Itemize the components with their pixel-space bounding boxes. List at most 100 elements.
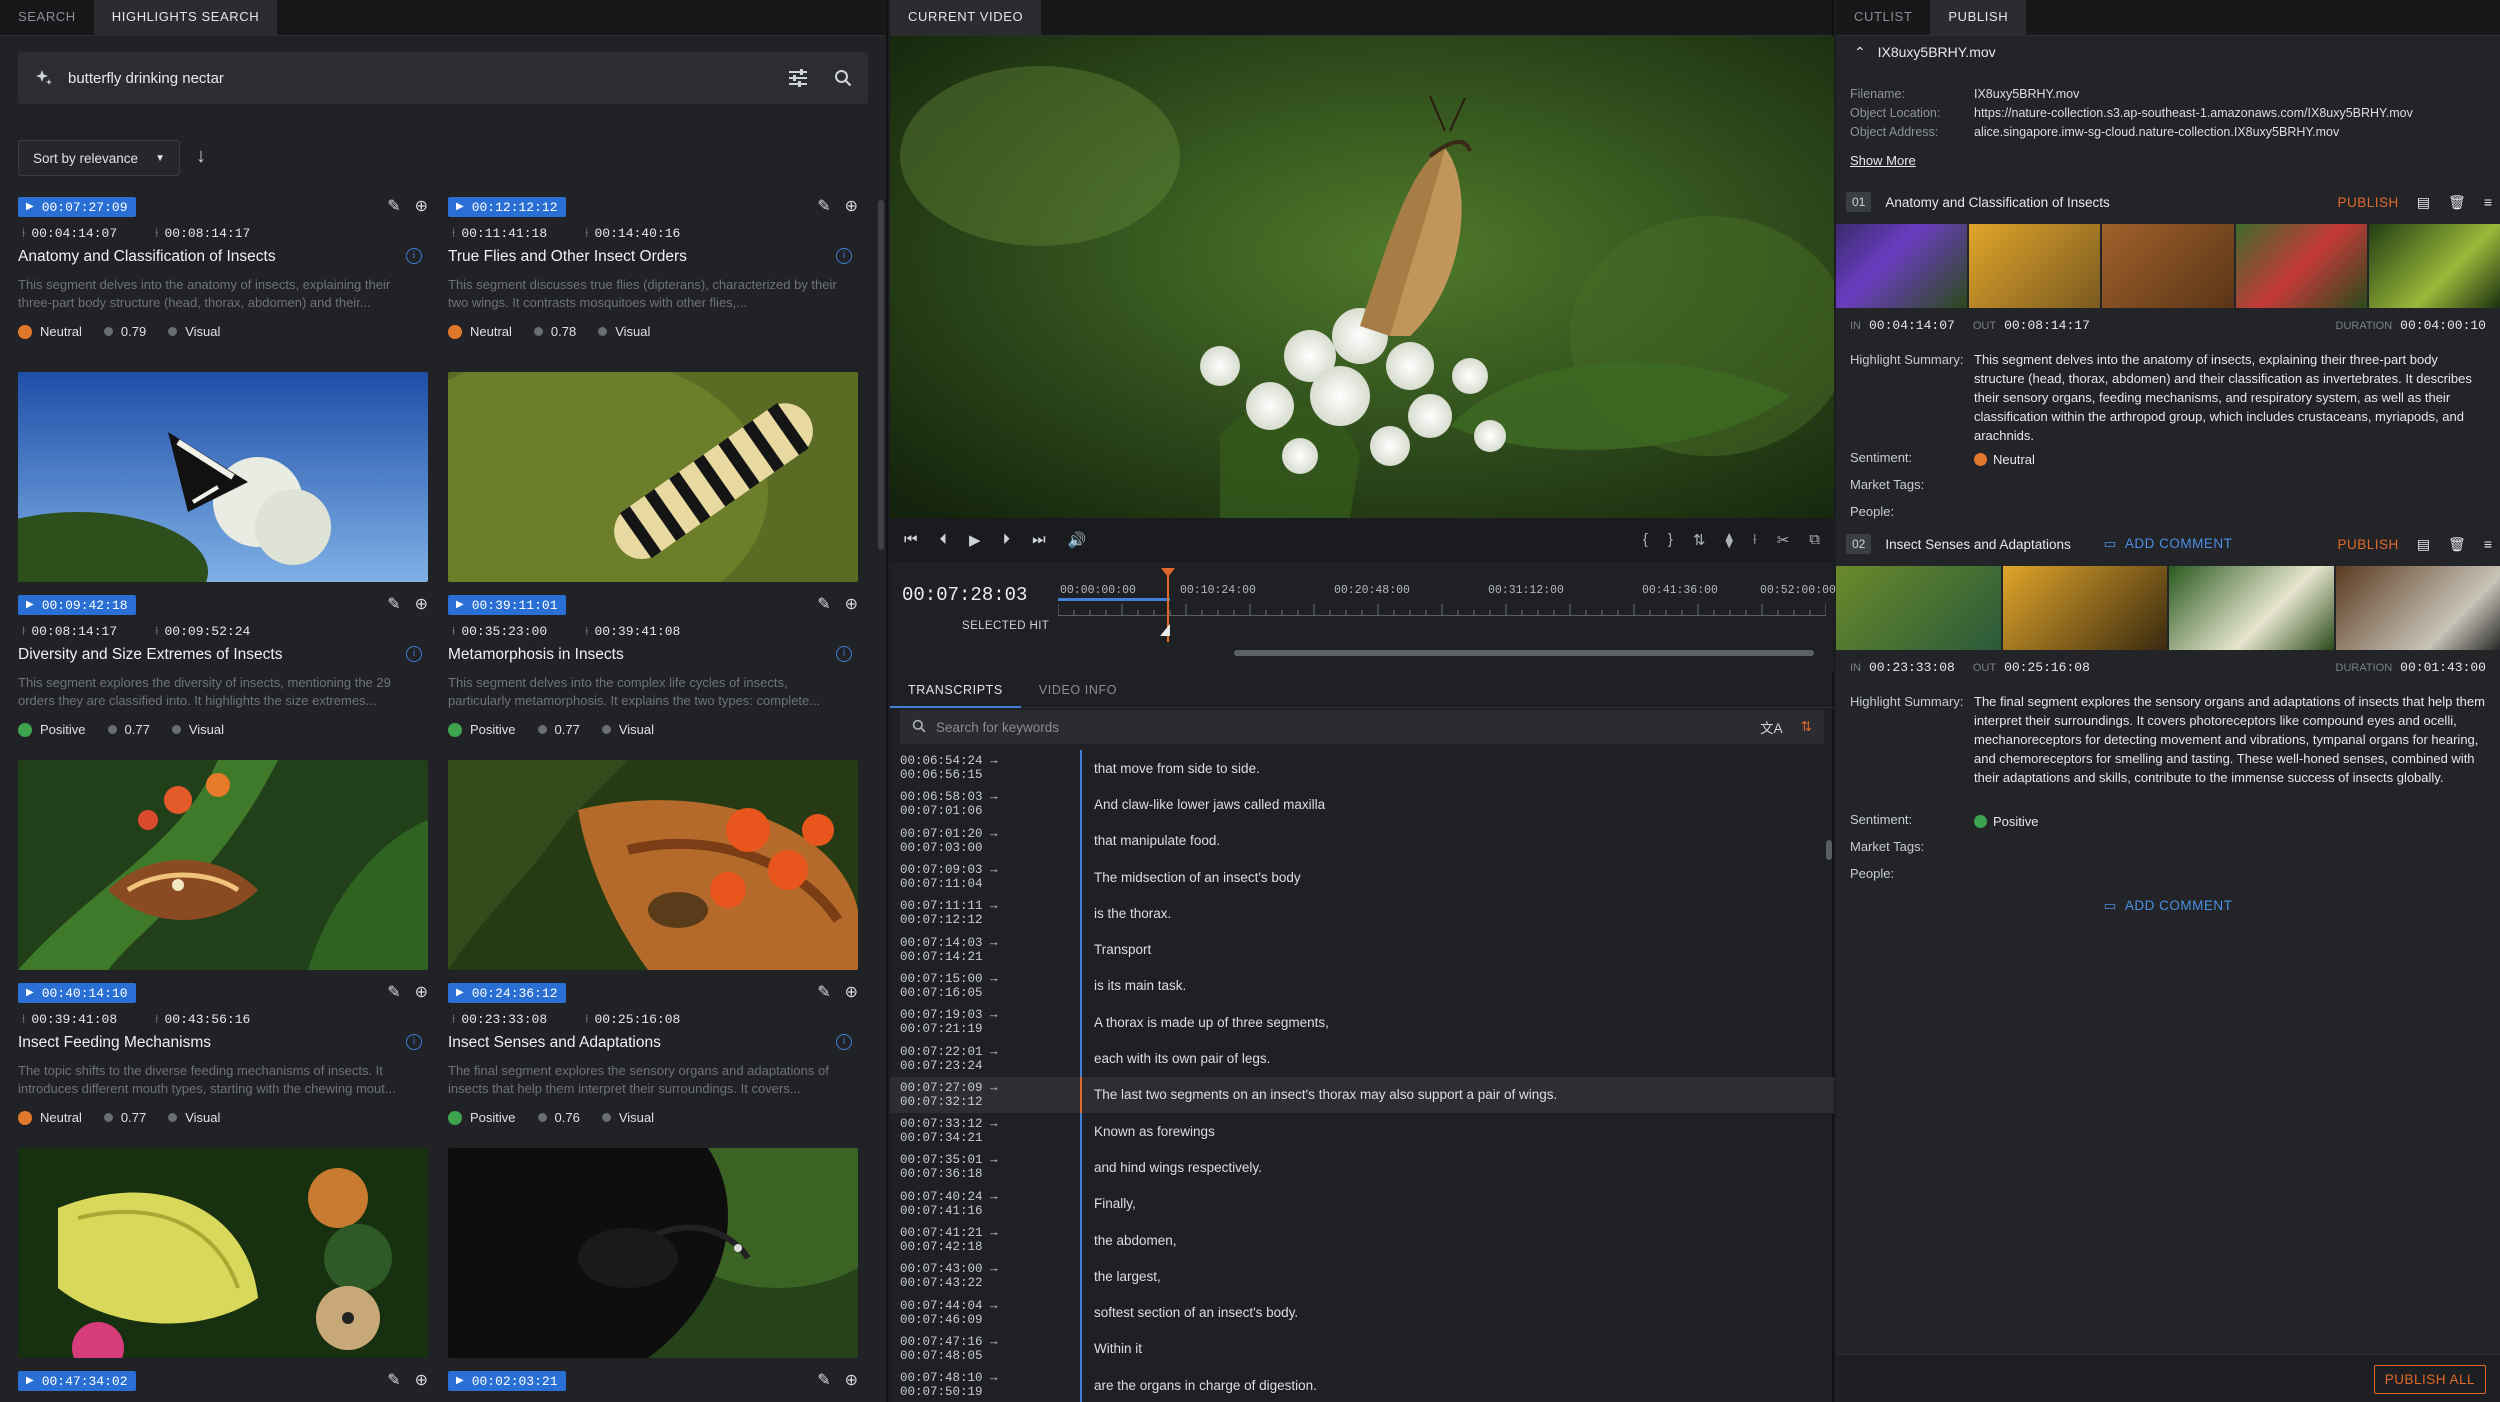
timecode-badge[interactable]: ▶ 00:12:12:12 — [448, 197, 566, 217]
transcript-row[interactable]: 00:07:09:03 → 00:07:11:04 The midsection … — [890, 858, 1834, 896]
timeline[interactable]: 00:07:28:03 00:00:00:00 00:10:24:00 00:2… — [890, 562, 1836, 672]
menu-icon[interactable]: ≡ — [2484, 536, 2492, 552]
add-circle-icon[interactable]: ⊕ — [845, 1370, 858, 1390]
timecode-badge[interactable]: ▶ 00:47:34:02 — [18, 1371, 136, 1391]
match-frame-icon[interactable]: ⇅ — [1693, 531, 1706, 549]
translate-icon[interactable]: 文A — [1760, 717, 1783, 737]
menu-icon[interactable]: ≡ — [2484, 194, 2492, 210]
info-icon[interactable]: i — [406, 1034, 422, 1050]
add-circle-icon[interactable]: ⊕ — [415, 594, 428, 614]
sort-dropdown[interactable]: Sort by relevance ▼ — [18, 140, 180, 176]
tab-publish[interactable]: PUBLISH — [1930, 0, 2027, 35]
result-thumbnail[interactable] — [448, 1148, 858, 1358]
info-icon[interactable]: i — [836, 248, 852, 264]
timecode-badge[interactable]: ▶ 00:40:14:10 — [18, 983, 136, 1003]
transcript-row[interactable]: 00:07:35:01 → 00:07:36:18 and hind wings … — [890, 1149, 1834, 1186]
result-title[interactable]: Anatomy and Classification of Insects — [18, 248, 276, 266]
result-thumbnail[interactable] — [18, 760, 428, 970]
tab-current-video[interactable]: CURRENT VIDEO — [890, 0, 1042, 35]
split-icon[interactable]: ⟊ — [1753, 531, 1757, 549]
sort-direction-arrow-icon[interactable]: ↓ — [196, 145, 206, 168]
transcript-scrollbar[interactable] — [1826, 840, 1832, 860]
info-icon[interactable]: i — [406, 646, 422, 662]
edit-pencil-icon[interactable]: ✎ — [817, 196, 830, 216]
add-comment-button[interactable]: ▭ ADD COMMENT — [1836, 898, 2500, 914]
transcript-row[interactable]: 00:07:43:00 → 00:07:43:22 the largest, — [890, 1258, 1834, 1295]
transcript-row[interactable]: 00:07:14:03 → 00:07:14:21 Transport — [890, 931, 1834, 968]
trash-icon[interactable]: 🗑 — [2448, 536, 2466, 553]
timecode-badge[interactable]: ▶ 00:09:42:18 — [18, 595, 136, 615]
export-frame-icon[interactable]: ⧉ — [1809, 531, 1820, 549]
transcript-row[interactable]: 00:07:48:10 → 00:07:50:19 are the organs … — [890, 1367, 1834, 1402]
result-thumbnail[interactable] — [448, 372, 858, 582]
timeline-ruler[interactable] — [1057, 598, 1827, 616]
result-title[interactable]: Diversity and Size Extremes of Insects — [18, 646, 282, 664]
show-more-link[interactable]: Show More — [1850, 153, 1916, 168]
info-icon[interactable]: i — [836, 1034, 852, 1050]
edit-pencil-icon[interactable]: ✎ — [387, 982, 400, 1002]
tab-highlights-search[interactable]: HIGHLIGHTS SEARCH — [93, 0, 278, 35]
transcript-search-input[interactable]: Search for keywords — [936, 720, 1760, 735]
edit-pencil-icon[interactable]: ✎ — [387, 594, 400, 614]
publish-button[interactable]: PUBLISH — [2338, 195, 2399, 210]
transcript-row[interactable]: 00:07:41:21 → 00:07:42:18 the abdomen, — [890, 1221, 1834, 1259]
transcript-row[interactable]: 00:07:33:12 → 00:07:34:21 Known as forewi… — [890, 1112, 1834, 1150]
marker-icon[interactable]: ⧫ — [1725, 531, 1732, 549]
search-box[interactable]: butterfly drinking nectar — [18, 52, 868, 104]
tab-video-info[interactable]: VIDEO INFO — [1021, 672, 1135, 708]
add-circle-icon[interactable]: ⊕ — [415, 1370, 428, 1390]
add-circle-icon[interactable]: ⊕ — [845, 982, 858, 1002]
transcript-row[interactable]: 00:07:27:09 → 00:07:32:12 The last two se… — [890, 1076, 1834, 1113]
search-icon[interactable] — [834, 69, 852, 87]
search-input[interactable]: butterfly drinking nectar — [68, 70, 788, 87]
play-icon[interactable]: ▶ — [969, 531, 981, 549]
transcript-row[interactable]: 00:07:11:11 → 00:07:12:12 is the thorax. — [890, 895, 1834, 932]
video-player[interactable] — [890, 36, 1834, 518]
transcript-row[interactable]: 00:07:44:04 → 00:07:46:09 softest section… — [890, 1294, 1834, 1331]
timeline-scrollbar[interactable] — [1234, 650, 1814, 656]
tab-transcripts[interactable]: TRANSCRIPTS — [890, 672, 1021, 708]
timecode-badge[interactable]: ▶ 00:02:03:21 — [448, 1371, 566, 1391]
results-scrollbar[interactable] — [878, 200, 884, 550]
sort-order-icon[interactable]: ⇅ — [1801, 719, 1812, 735]
transcript-row[interactable]: 00:07:15:00 → 00:07:16:05 is its main tas… — [890, 967, 1834, 1005]
trash-icon[interactable]: 🗑 — [2448, 194, 2466, 211]
timecode-badge[interactable]: ▶ 00:24:36:12 — [448, 983, 566, 1003]
transcript-row[interactable]: 00:07:01:20 → 00:07:03:00 that manipulate… — [890, 822, 1834, 859]
transcript-row[interactable]: 00:07:47:16 → 00:07:48:05 Within it — [890, 1330, 1834, 1368]
edit-pencil-icon[interactable]: ✎ — [817, 982, 830, 1002]
tab-cutlist[interactable]: CUTLIST — [1836, 0, 1930, 35]
skip-to-start-icon[interactable]: ⏮ — [904, 531, 918, 549]
add-circle-icon[interactable]: ⊕ — [845, 594, 858, 614]
mark-out-icon[interactable]: } — [1668, 531, 1673, 549]
transcript-row[interactable]: 00:07:40:24 → 00:07:41:16 Finally, — [890, 1185, 1834, 1222]
result-title[interactable]: Insect Senses and Adaptations — [448, 1034, 661, 1052]
mark-in-icon[interactable]: { — [1643, 531, 1648, 549]
grid-view-icon[interactable]: ▤ — [2417, 194, 2430, 211]
volume-icon[interactable]: 🔊 — [1068, 531, 1087, 549]
transcript-row[interactable]: 00:07:22:01 → 00:07:23:24 each with its o… — [890, 1040, 1834, 1077]
result-thumbnail[interactable] — [18, 1148, 428, 1358]
timecode-badge[interactable]: ▶ 00:07:27:09 — [18, 197, 136, 217]
filter-sliders-icon[interactable] — [788, 69, 808, 87]
result-title[interactable]: True Flies and Other Insect Orders — [448, 248, 687, 266]
transcript-row[interactable]: 00:06:58:03 → 00:07:01:06 And claw-like l… — [890, 786, 1834, 823]
step-back-icon[interactable]: ⏴ — [940, 531, 948, 549]
publish-button[interactable]: PUBLISH — [2338, 537, 2399, 552]
edit-pencil-icon[interactable]: ✎ — [387, 196, 400, 216]
info-icon[interactable]: i — [406, 248, 422, 264]
transcript-search[interactable]: Search for keywords 文A ⇅ — [900, 710, 1824, 744]
add-circle-icon[interactable]: ⊕ — [415, 196, 428, 216]
edit-pencil-icon[interactable]: ✎ — [817, 594, 830, 614]
tab-search[interactable]: SEARCH — [0, 0, 94, 35]
result-title[interactable]: Insect Feeding Mechanisms — [18, 1034, 211, 1052]
edit-pencil-icon[interactable]: ✎ — [387, 1370, 400, 1390]
edit-pencil-icon[interactable]: ✎ — [817, 1370, 830, 1390]
transcript-row[interactable]: 00:07:19:03 → 00:07:21:19 A thorax is mad… — [890, 1004, 1834, 1041]
timecode-badge[interactable]: ▶ 00:39:11:01 — [448, 595, 566, 615]
transcript-row[interactable]: 00:06:54:24 → 00:06:56:15 that move from … — [890, 750, 1834, 787]
skip-to-end-icon[interactable]: ⏭ — [1032, 531, 1046, 549]
step-forward-icon[interactable]: ⏵ — [1003, 531, 1011, 549]
grid-view-icon[interactable]: ▤ — [2417, 536, 2430, 553]
result-title[interactable]: Metamorphosis in Insects — [448, 646, 624, 664]
